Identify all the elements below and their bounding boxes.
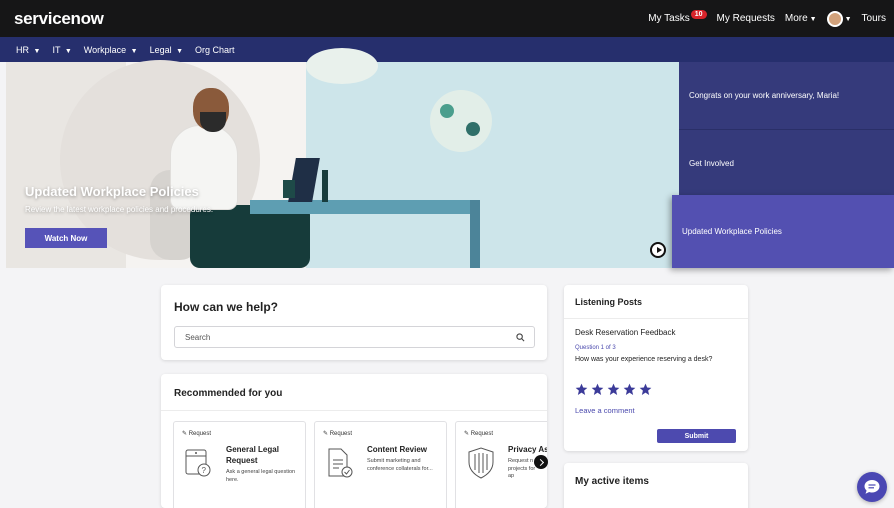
avatar	[826, 10, 843, 27]
recommended-card: Recommended for you ✎ Request ? General …	[161, 374, 547, 508]
tag-label: Request	[470, 431, 494, 437]
my-requests-link[interactable]: My Requests	[717, 13, 775, 24]
chevron-down-icon: ▼	[130, 47, 138, 55]
star-rating	[575, 383, 652, 396]
search-placeholder: Search	[185, 332, 211, 342]
subnav-label: HR	[16, 44, 29, 55]
subnav-item-org-chart[interactable]: Org Chart	[195, 45, 235, 55]
listening-posts-card: Listening Posts Desk Reservation Feedbac…	[564, 285, 748, 451]
help-card: How can we help? Search	[161, 285, 547, 360]
chevron-down-icon: ▼	[176, 47, 184, 55]
shield-icon	[468, 447, 494, 479]
hero-title: Updated Workplace Policies	[25, 184, 199, 199]
divider	[161, 410, 547, 411]
top-bar: servicenow My Tasks 10 My Requests More ▼ …	[0, 0, 894, 37]
chevron-right-icon[interactable]	[534, 455, 548, 469]
leave-comment-link[interactable]: Leave a comment	[575, 406, 635, 415]
document-review-icon	[328, 448, 353, 478]
star-icon[interactable]	[623, 383, 636, 396]
survey-title: Desk Reservation Feedback	[575, 328, 676, 337]
recommended-title: Recommended for you	[174, 388, 283, 399]
listening-posts-title: Listening Posts	[575, 297, 643, 307]
hero-decor-bubble	[306, 48, 378, 84]
chat-icon[interactable]	[857, 472, 887, 502]
request-tag: ✎ Request	[182, 431, 212, 437]
chevron-down-icon: ▼	[33, 47, 41, 55]
chat-bubble-icon	[864, 480, 880, 494]
active-items-title: My active items	[575, 476, 649, 487]
user-dot-icon	[466, 122, 480, 136]
subnav-item-legal[interactable]: Legal ▼	[150, 45, 183, 55]
request-tag: ✎ Request	[464, 431, 494, 437]
tag-label: Request	[329, 431, 353, 437]
illustration-cup	[283, 180, 295, 198]
tile-description: Ask a general legal question here.	[226, 469, 296, 483]
subnav-label: Workplace	[83, 44, 127, 55]
star-icon[interactable]	[639, 383, 652, 396]
tile-name: General Legal Request	[226, 445, 279, 465]
more-label: More	[784, 13, 808, 24]
help-title: How can we help?	[174, 300, 279, 314]
hero-subtitle: Review the latest workplace policies and…	[25, 205, 214, 214]
more-menu[interactable]: More ▼	[785, 13, 817, 24]
watch-now-button[interactable]: Watch Now	[25, 228, 107, 248]
catalog-tile-privacy-assessment[interactable]: ✎ Request Privacy Ass Request n projects…	[455, 421, 547, 508]
star-icon[interactable]	[591, 383, 604, 396]
tile-name: Privacy Ass	[508, 445, 547, 454]
chevron-down-icon: ▼	[809, 16, 817, 23]
tile-description: Submit marketing and conference collater…	[367, 458, 433, 472]
request-tag: ✎ Request	[323, 431, 353, 437]
my-tasks-label: My Tasks	[648, 13, 690, 24]
subnav-item-it[interactable]: IT ▼	[52, 45, 71, 55]
subnav-label: Legal	[149, 44, 172, 55]
submit-button[interactable]: Submit	[657, 429, 736, 443]
star-icon[interactable]	[607, 383, 620, 396]
subnav-item-hr[interactable]: HR ▼	[16, 45, 40, 55]
question-counter: Question 1 of 3	[575, 345, 616, 351]
tag-label: Request	[188, 431, 212, 437]
subnav-item-workplace[interactable]: Workplace ▼	[84, 45, 138, 55]
carousel-slide-get-involved[interactable]: Get Involved	[679, 129, 894, 196]
carousel-slide-workplace-policies[interactable]: Updated Workplace Policies	[672, 195, 894, 268]
tasks-count-badge: 10	[690, 10, 707, 19]
sub-nav: HR ▼ IT ▼ Workplace ▼ Legal ▼ Org Chart	[0, 37, 894, 62]
search-icon[interactable]	[516, 333, 525, 342]
illustration-desk	[250, 200, 478, 214]
search-input[interactable]: Search	[174, 326, 535, 348]
survey-question: How was your experience reserving a desk…	[575, 356, 713, 363]
chevron-down-icon: ▼	[64, 47, 72, 55]
subnav-label: IT	[52, 44, 61, 55]
divider	[564, 318, 748, 319]
tile-name: Content Review	[367, 445, 428, 454]
servicenow-logo[interactable]: servicenow	[14, 9, 104, 29]
my-tasks-link[interactable]: My Tasks 10	[648, 10, 707, 24]
top-nav: My Tasks 10 My Requests More ▼ ▼ Tours	[648, 10, 886, 27]
chat-dot-icon	[440, 104, 454, 118]
chevron-down-icon: ▼	[844, 16, 852, 24]
tours-link[interactable]: Tours	[862, 13, 886, 24]
illustration-plant	[322, 170, 328, 202]
illustration-desk-leg	[470, 200, 480, 268]
svg-text:?: ?	[202, 466, 207, 475]
illustration-person-legs	[190, 205, 310, 268]
active-items-card: My active items	[564, 463, 748, 508]
tile-description: Request n projects for ap	[508, 458, 536, 479]
play-icon[interactable]	[650, 242, 666, 258]
carousel-slide-anniversary[interactable]: Congrats on your work anniversary, Maria…	[679, 62, 894, 129]
hero-decor-bubble	[430, 90, 492, 152]
catalog-tile-content-review[interactable]: ✎ Request Content Review Submit marketin…	[314, 421, 447, 508]
hero-illustration-panel	[306, 62, 679, 268]
catalog-tile-general-legal[interactable]: ✎ Request ? General Legal Request Ask a …	[173, 421, 306, 508]
star-icon[interactable]	[575, 383, 588, 396]
user-menu[interactable]: ▼	[826, 10, 852, 27]
legal-document-icon: ?	[185, 449, 211, 477]
